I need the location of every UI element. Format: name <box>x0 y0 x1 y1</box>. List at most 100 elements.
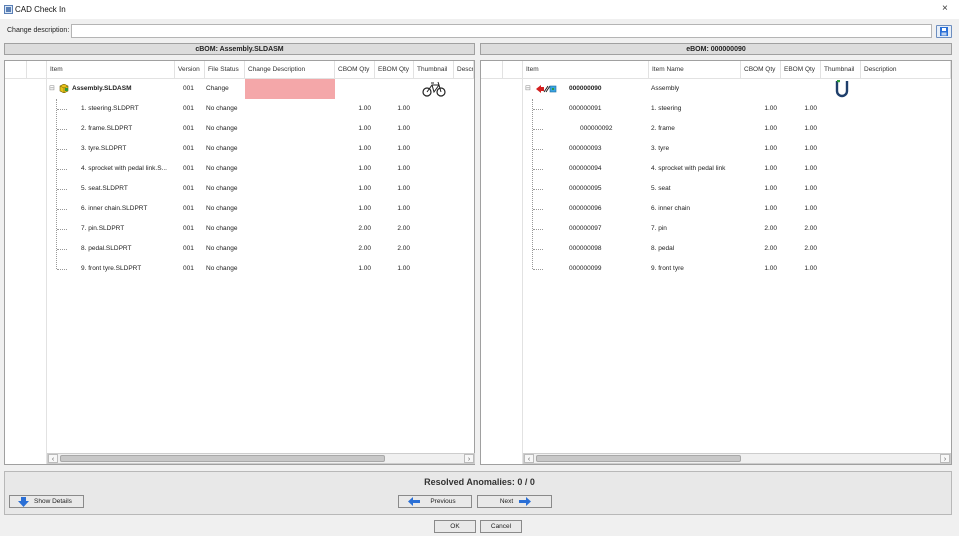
ok-button[interactable]: OK <box>434 520 476 533</box>
close-icon[interactable]: × <box>942 3 948 14</box>
cbom-cell-ebom-qty: 1.00 <box>397 205 410 212</box>
title-bar: CAD Check In × <box>0 0 959 19</box>
cbom-table-row[interactable]: 6. inner chain.SLDPRT 001 No change 1.00 1.0… <box>5 199 474 219</box>
cbom-table-row[interactable]: 7. pin.SLDPRT 001 No change 2.00 2.00 <box>5 219 474 239</box>
cbom-col-version[interactable]: Version <box>175 61 205 79</box>
cbom-root-version: 001 <box>183 85 194 92</box>
scroll-left-icon[interactable]: ‹ <box>524 454 534 463</box>
seat-thumbnail <box>425 180 443 198</box>
ebom-cell-item: 000000094 <box>569 165 602 172</box>
next-button[interactable]: Next <box>477 495 552 508</box>
cbom-col-change-description[interactable]: Change Description <box>245 61 335 79</box>
cbom-col-cbom-qty[interactable]: CBOM Qty <box>335 61 375 79</box>
ebom-cell-item: 000000096 <box>569 205 602 212</box>
ebom-cell-name: 3. tyre <box>651 145 670 152</box>
cbom-cell-item: 9. front tyre.SLDPRT <box>81 265 142 272</box>
ebom-cell-cbom-qty: 2.00 <box>764 225 777 232</box>
cbom-cell-item: 1. steering.SLDPRT <box>81 105 139 112</box>
ebom-table-row[interactable]: 000000096 6. inner chain 1.00 1.00 <box>481 199 951 219</box>
arrow-down-icon <box>18 497 29 507</box>
item-status-icon <box>545 164 567 174</box>
scroll-left-icon[interactable]: ‹ <box>48 454 58 463</box>
tree-connector <box>57 189 67 190</box>
ebom-header-row: Item Item Name CBOM Qty EBOM Qty Thumbna… <box>481 61 951 79</box>
cbom-col-description[interactable]: Descr <box>454 61 474 79</box>
cbom-table-row[interactable]: 4. sprocket with pedal link.S... 001 No ch… <box>5 159 474 179</box>
cbom-cell-ebom-qty: 2.00 <box>397 245 410 252</box>
part-icon <box>69 224 79 233</box>
assembly-icon <box>59 84 69 93</box>
ebom-col-item-name[interactable]: Item Name <box>649 61 741 79</box>
cbom-col-thumbnail[interactable]: Thumbnail <box>414 61 454 79</box>
cbom-table-row[interactable]: 8. pedal.SLDPRT 001 No change 2.00 2.00 <box>5 239 474 259</box>
ebom-cell-ebom-qty: 1.00 <box>804 265 817 272</box>
save-button[interactable] <box>936 25 952 38</box>
item-thumbnail-icon <box>835 240 849 258</box>
cbom-cell-ebom-qty: 1.00 <box>397 125 410 132</box>
item-thumbnail-icon <box>835 220 849 238</box>
ebom-col-cbom-qty[interactable]: CBOM Qty <box>741 61 781 79</box>
previous-label: Previous <box>430 498 456 505</box>
cbom-col-file-status[interactable]: File Status <box>205 61 245 79</box>
ebom-cell-name: 8. pedal <box>651 245 675 252</box>
ebom-scroll-thumb[interactable] <box>536 455 741 462</box>
cbom-col-ebom-qty[interactable]: EBOM Qty <box>375 61 414 79</box>
cbom-table-row[interactable]: 2. frame.SLDPRT 001 No change 1.00 1.00 <box>5 119 474 139</box>
ebom-table-row[interactable]: 000000094 4. sprocket with pedal link 1.00… <box>481 159 951 179</box>
ebom-col-thumbnail[interactable]: Thumbnail <box>821 61 861 79</box>
scroll-right-icon[interactable]: › <box>464 454 474 463</box>
cbom-table-row[interactable]: 1. steering.SLDPRT 001 No change 1.00 1.00 <box>5 99 474 119</box>
item-thumbnail-icon <box>835 160 849 178</box>
item-thumbnail-icon <box>835 100 849 118</box>
ebom-table-row[interactable]: 000000092 2. frame 1.00 1.00 <box>481 119 951 139</box>
part-icon <box>69 124 79 133</box>
ebom-table-row[interactable]: 000000099 9. front tyre 1.00 1.00 <box>481 259 951 279</box>
show-details-button[interactable]: Show Details <box>9 495 84 508</box>
ebom-table: Item Item Name CBOM Qty EBOM Qty Thumbna… <box>480 60 952 465</box>
collapse-icon[interactable]: ⊟ <box>525 79 533 99</box>
cbom-root-row[interactable]: ⊟ Assembly.SLDASM 001 Change <box>5 79 474 99</box>
cbom-cell-version: 001 <box>183 145 194 152</box>
ebom-cell-cbom-qty: 2.00 <box>764 245 777 252</box>
item-status-icon <box>545 144 567 154</box>
item-status-icon <box>545 124 567 134</box>
cbom-col-item[interactable]: Item <box>47 61 175 79</box>
item-thumbnail-icon <box>835 120 849 138</box>
tree-connector <box>57 129 67 130</box>
ebom-cell-item: 000000093 <box>569 145 602 152</box>
ebom-table-row[interactable]: 000000093 3. tyre 1.00 1.00 <box>481 139 951 159</box>
ebom-col-ebom-qty[interactable]: EBOM Qty <box>781 61 821 79</box>
cbom-cell-cbom-qty: 1.00 <box>358 145 371 152</box>
cbom-root-change-description[interactable] <box>245 79 335 99</box>
scroll-right-icon[interactable]: › <box>940 454 950 463</box>
arrow-left-icon <box>408 497 420 506</box>
cbom-horizontal-scrollbar[interactable]: ‹ › <box>47 453 475 464</box>
ebom-table-row[interactable]: 000000098 8. pedal 2.00 2.00 <box>481 239 951 259</box>
ebom-table-row[interactable]: 000000095 5. seat 1.00 1.00 <box>481 179 951 199</box>
previous-button[interactable]: Previous <box>398 495 472 508</box>
ebom-horizontal-scrollbar[interactable]: ‹ › <box>523 453 951 464</box>
ebom-root-row[interactable]: ⊟ 000000090 Assembly <box>481 79 951 99</box>
cbom-cell-version: 001 <box>183 265 194 272</box>
cbom-cell-item: 4. sprocket with pedal link.S... <box>81 165 167 172</box>
item-thumbnail-icon <box>835 80 849 98</box>
cbom-cell-item: 5. seat.SLDPRT <box>81 185 128 192</box>
cbom-table-row[interactable]: 3. tyre.SLDPRT 001 No change 1.00 1.00 <box>5 139 474 159</box>
ebom-table-row[interactable]: 000000097 7. pin 2.00 2.00 <box>481 219 951 239</box>
item-status-icon <box>545 264 567 274</box>
ebom-col-description[interactable]: Description <box>861 61 951 79</box>
cancel-button[interactable]: Cancel <box>480 520 522 533</box>
item-status-icon <box>536 85 557 93</box>
cbom-cell-status: No change <box>206 265 238 272</box>
cbom-scroll-thumb[interactable] <box>60 455 385 462</box>
ebom-table-row[interactable]: 000000091 1. steering 1.00 1.00 <box>481 99 951 119</box>
cbom-table-row[interactable]: 5. seat.SLDPRT 001 No change 1.00 1.00 <box>5 179 474 199</box>
ebom-cell-item: 000000091 <box>569 105 602 112</box>
cbom-cell-status: No change <box>206 205 238 212</box>
collapse-icon[interactable]: ⊟ <box>49 79 57 99</box>
ebom-col-item[interactable]: Item <box>523 61 649 79</box>
cbom-table-row[interactable]: 9. front tyre.SLDPRT 001 No change 1.00 1.00 <box>5 259 474 279</box>
change-description-input[interactable] <box>71 24 932 38</box>
cbom-col-blank <box>5 61 27 79</box>
ebom-root-ebom-qty <box>781 79 821 99</box>
